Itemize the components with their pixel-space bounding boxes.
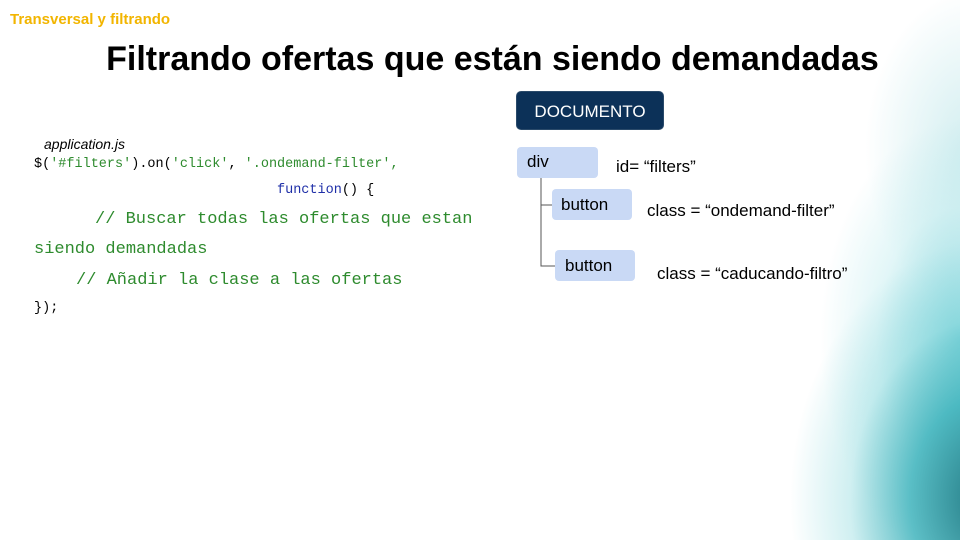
dom-node-button-1-attr: class = “ondemand-filter” (647, 201, 835, 220)
code-filename: application.js (44, 136, 125, 152)
code-token: $( (34, 157, 51, 172)
code-token: () { (341, 183, 375, 198)
dom-node-button-1: button (552, 189, 632, 220)
code-string: 'click' (171, 157, 229, 172)
slide-title: Filtrando ofertas que están siendo deman… (106, 40, 879, 78)
section-label: Transversal y filtrando (10, 11, 171, 28)
code-token: , (228, 157, 245, 172)
code-line-end: }); (34, 301, 59, 316)
connector-div-button1 (540, 178, 552, 206)
code-token: ).on( (131, 157, 172, 172)
code-comment-2: // Añadir la clase a las ofertas (76, 271, 403, 290)
dom-node-button-2-attr: class = “caducando-filtro” (657, 264, 848, 283)
code-string: '.ondemand-filter' (244, 157, 391, 172)
code-line-2: function() { (277, 183, 374, 198)
dom-node-div-attr: id= “filters” (616, 157, 696, 176)
code-line-1: $('#filters').on('click', '.ondemand-fil… (34, 157, 399, 172)
dom-root-node: DOCUMENTO (516, 91, 664, 130)
code-token: , (390, 157, 399, 172)
code-comment-1: // Buscar todas las ofertas que estan (95, 210, 473, 229)
code-string: '#filters' (50, 157, 132, 172)
code-comment-1-cont: siendo demandadas (34, 240, 208, 259)
code-keyword: function (277, 183, 342, 198)
dom-node-button-2: button (555, 250, 635, 281)
dom-node-div: div (517, 147, 598, 178)
